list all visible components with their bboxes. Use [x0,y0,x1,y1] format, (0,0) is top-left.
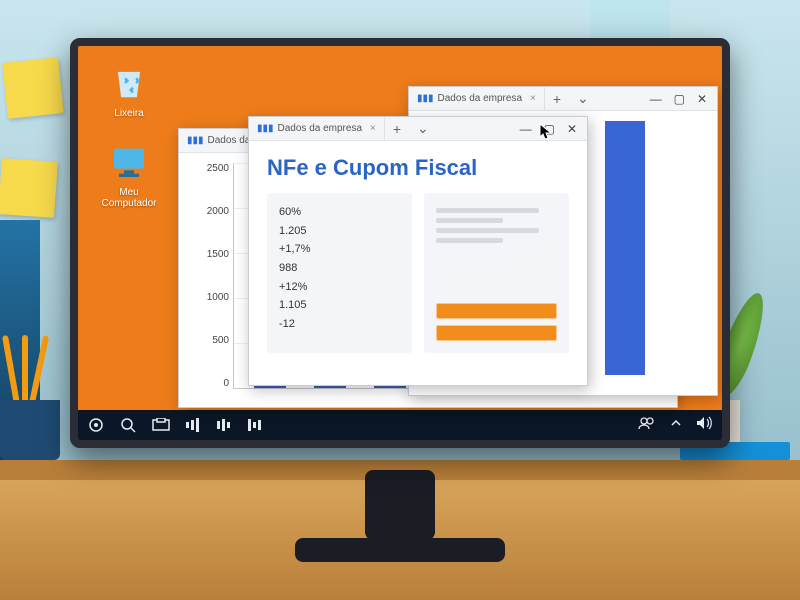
stat-value: +12% [279,278,400,297]
trash-shortcut[interactable]: Lixeira [94,62,164,119]
pencil-icon [22,335,28,405]
task-view-button[interactable] [152,418,170,432]
cursor-icon [539,123,553,141]
stats-card-left: 60% 1.205 +1,7% 988 +12% 1.105 -12 [267,193,412,353]
taskbar[interactable] [78,410,722,440]
y-tick: 2500 [189,163,229,174]
chart-icon: ▮▮▮ [417,93,434,104]
pencil-cup-icon [0,400,60,460]
tabs-menu-button[interactable]: ⌄ [409,120,437,137]
stat-value: 1.205 [279,222,400,241]
tab-close-icon[interactable]: × [530,93,536,104]
tab-label: Dados da empresa [278,123,363,134]
titlebar[interactable]: ▮▮▮ Dados da empresa × + ⌄ — ▢ ✕ [249,117,587,141]
computer-label: Meu Computador [101,187,156,209]
y-tick: 0 [189,378,229,389]
tab-label: Dados da empresa [438,93,523,104]
bar [605,121,645,375]
my-computer-shortcut[interactable]: Meu Computador [94,141,164,209]
titlebar[interactable]: ▮▮▮ Dados da empresa × + ⌄ — ▢ ✕ [409,87,717,111]
monitor-frame: Lixeira Meu Computador ▮▮▮ Dados da empr… [70,38,730,448]
y-tick: 500 [189,335,229,346]
close-button[interactable]: ✕ [697,92,707,106]
new-tab-button[interactable]: + [545,91,569,107]
tab-close-icon[interactable]: × [370,123,376,134]
close-button[interactable]: ✕ [567,122,577,136]
action-button-secondary[interactable] [436,325,557,341]
desktop[interactable]: Lixeira Meu Computador ▮▮▮ Dados da empr… [78,46,722,440]
sticky-note-icon [0,158,58,218]
chart-icon: ▮▮▮ [187,135,204,146]
start-button[interactable] [88,417,104,433]
y-tick: 1000 [189,292,229,303]
y-tick: 2000 [189,206,229,217]
sticky-note-icon [2,57,64,119]
y-axis: 2500 2000 1500 1000 500 0 [189,163,229,389]
trash-label: Lixeira [114,108,143,119]
tab[interactable]: ▮▮▮ Dados da empresa × [249,117,385,140]
stat-value: -12 [279,315,400,334]
stat-value: 1.105 [279,296,400,315]
tabs-menu-button[interactable]: ⌄ [569,90,597,107]
taskbar-app-chart[interactable] [217,419,232,431]
monitor-base [295,538,505,562]
y-tick: 1500 [189,249,229,260]
computer-icon [108,141,150,183]
page-title: NFe e Cupom Fiscal [267,155,569,181]
action-button-primary[interactable] [436,303,557,319]
taskbar-app-chart[interactable] [186,418,201,432]
search-button[interactable] [120,417,136,433]
people-tray-icon[interactable] [638,416,656,435]
new-tab-button[interactable]: + [385,121,409,137]
volume-icon[interactable] [696,416,712,435]
minimize-button[interactable]: — [650,92,662,106]
monitor-stand [365,470,435,540]
maximize-button[interactable]: ▢ [674,92,685,106]
window-b[interactable]: ▮▮▮ Dados da empresa × + ⌄ — ▢ ✕ NFe e C… [248,116,588,386]
stat-value: 60% [279,203,400,222]
stat-value: 988 [279,259,400,278]
stats-card-right [424,193,569,353]
chart-icon: ▮▮▮ [257,123,274,134]
taskbar-app-chart[interactable] [248,419,263,431]
minimize-button[interactable]: — [520,122,532,136]
tab[interactable]: ▮▮▮ Dados da empresa × [409,87,545,110]
tray-chevron-up-icon[interactable] [670,416,682,434]
stat-value: +1,7% [279,240,400,259]
recycle-bin-icon [108,62,150,104]
